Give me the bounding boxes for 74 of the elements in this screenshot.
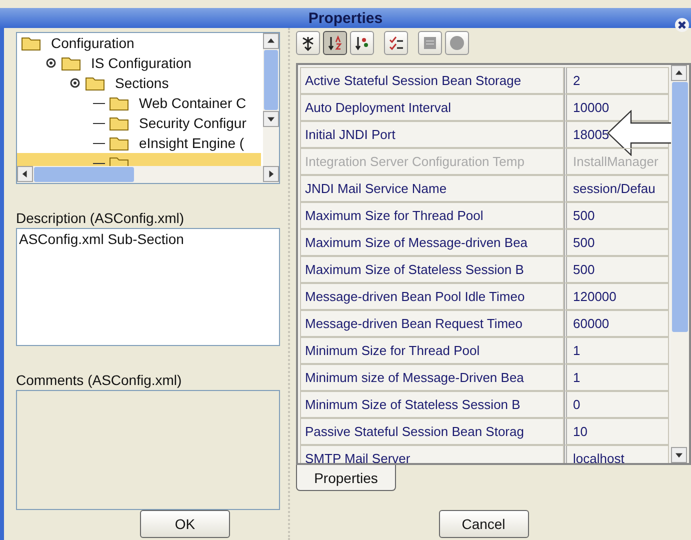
tree-item[interactable]: Web Container C xyxy=(17,93,261,113)
folder-icon xyxy=(61,55,81,71)
property-name: Integration Server Configuration Temp xyxy=(300,148,564,175)
tree-label: Security Configur xyxy=(139,115,246,131)
tree-label: IS Configuration xyxy=(91,55,192,71)
ok-button[interactable]: OK xyxy=(140,510,230,538)
description-field[interactable]: ASConfig.xml Sub-Section xyxy=(16,228,280,346)
property-name: Passive Stateful Session Bean Storag xyxy=(300,418,564,445)
property-value[interactable]: 0 xyxy=(573,397,580,412)
expand-handle-icon[interactable] xyxy=(69,77,81,89)
property-name: Minimum size of Message-Driven Bea xyxy=(300,364,564,391)
folder-icon xyxy=(109,135,129,151)
help-icon xyxy=(449,35,465,51)
tree-label: Configuration xyxy=(51,35,134,51)
tab[interactable]: Properties xyxy=(296,465,396,491)
property-value[interactable]: 2 xyxy=(573,73,580,88)
property-name: Initial JNDI Port xyxy=(300,121,564,148)
property-name: Message-driven Bean Pool Idle Timeo xyxy=(300,283,564,310)
tree-item[interactable]: Security Configur xyxy=(17,113,261,133)
toolbar-button[interactable] xyxy=(323,31,347,55)
scrollbar[interactable] xyxy=(17,166,279,183)
folder-icon xyxy=(109,95,129,111)
folder-icon xyxy=(85,75,105,91)
comments-label: Comments (ASConfig.xml) xyxy=(16,372,183,388)
description-text: ASConfig.xml Sub-Section xyxy=(19,231,184,247)
sort-icon xyxy=(327,35,343,51)
tree-label: Web Container C xyxy=(139,95,246,111)
folder-icon xyxy=(109,115,129,131)
window-title: Properties xyxy=(308,10,383,26)
property-name: Maximum Size for Thread Pool xyxy=(300,202,564,229)
property-name: Minimum Size of Stateless Session B xyxy=(300,391,564,418)
sort-icon xyxy=(354,35,370,51)
panel-icon xyxy=(422,35,438,51)
property-value[interactable]: 500 xyxy=(573,262,595,277)
tree-item[interactable]: Sections xyxy=(17,73,261,93)
tree-label: eInsight Engine ( xyxy=(139,135,244,151)
expand-handle-icon[interactable] xyxy=(45,57,57,69)
toolbar-button[interactable] xyxy=(384,31,408,55)
collapse-icon xyxy=(300,35,316,51)
property-value[interactable]: 10 xyxy=(573,424,588,439)
property-name: Message-driven Bean Request Timeo xyxy=(300,310,564,337)
comments-field[interactable] xyxy=(16,390,280,510)
tree-item[interactable]: eInsight Engine ( xyxy=(17,133,261,153)
property-name: Auto Deployment Interval xyxy=(300,94,564,121)
property-name: JNDI Mail Service Name xyxy=(300,175,564,202)
toolbar-button[interactable] xyxy=(350,31,374,55)
property-value[interactable]: 10000 xyxy=(573,100,610,115)
toolbar-button[interactable] xyxy=(296,31,320,55)
scroll-left-icon[interactable] xyxy=(17,166,33,182)
property-value[interactable]: 500 xyxy=(573,235,595,250)
checklist-icon xyxy=(388,35,404,51)
scroll-up-icon[interactable] xyxy=(263,33,279,49)
property-name: Maximum Size of Stateless Session B xyxy=(300,256,564,283)
property-value[interactable]: 18005 xyxy=(573,127,610,142)
cancel-button[interactable]: Cancel xyxy=(438,510,528,538)
description-label: Description (ASConfig.xml) xyxy=(16,210,186,226)
property-value[interactable]: 60000 xyxy=(573,316,610,331)
scroll-right-icon[interactable] xyxy=(263,166,279,182)
property-name: Minimum Size for Thread Pool xyxy=(300,337,564,364)
property-value[interactable]: 500 xyxy=(573,208,595,223)
scroll-down-icon[interactable] xyxy=(671,447,687,463)
scroll-down-icon[interactable] xyxy=(263,111,279,127)
property-name: Active Stateful Session Bean Storage xyxy=(300,67,564,94)
tree-item[interactable]: Configuration xyxy=(17,33,261,53)
scrollbar[interactable] xyxy=(671,65,689,463)
close-icon[interactable] xyxy=(675,18,689,32)
scroll-up-icon[interactable] xyxy=(671,65,687,81)
property-value[interactable]: 1 xyxy=(573,343,580,358)
folder-icon xyxy=(21,35,41,51)
property-name: Maximum Size of Message-driven Bea xyxy=(300,229,564,256)
tree-item[interactable]: IS Configuration xyxy=(17,53,261,73)
tree-label: Sections xyxy=(115,75,169,91)
property-value[interactable]: 1 xyxy=(573,370,580,385)
scrollbar[interactable] xyxy=(263,33,279,166)
